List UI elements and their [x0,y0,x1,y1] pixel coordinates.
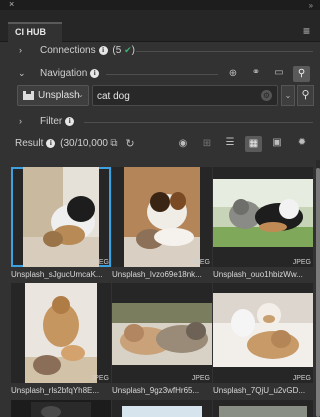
search-input[interactable] [97,89,247,103]
asset-image [112,303,212,365]
asset-grid: JPEG Unsplash_sJgucUmcaK... JPEG Unsplas… [8,160,314,417]
chevron-right-icon[interactable]: › [19,45,22,55]
list-view-icon[interactable]: ☰ [223,137,237,148]
settings-icon[interactable]: ✹ [295,137,309,148]
navigation-section: ⌄ Navigation i ⊕ ⚭ ▭ ⚲ [0,66,320,82]
clear-icon[interactable]: ⚙ [261,90,272,101]
source-select[interactable]: Unsplash ⌄ [17,85,89,106]
tab-title: CI HUB [15,27,46,37]
asset-thumbnail[interactable] [11,400,111,417]
search-query-field[interactable]: ⚙ [92,85,278,106]
navigation-label: Navigation [40,68,88,79]
info-icon[interactable]: i [46,139,56,148]
link-icon[interactable]: ⚭ [249,67,263,78]
result-toolbar: Result i (30/10,000 ⧉ ↻ ◉ ⊞ ☰ ▦ ▣ ✹ [0,136,320,152]
copy-icon[interactable]: ⧉ [108,138,120,149]
search-button[interactable]: ⚲ [297,85,314,106]
grid-scrollbar[interactable] [316,160,320,417]
eye-icon[interactable]: ◉ [176,138,190,149]
connections-count: (5 [112,45,122,56]
chevron-right-icon[interactable]: › [19,116,22,126]
connections-header[interactable]: Connections i (5 ✔) [40,45,135,56]
info-icon[interactable]: i [98,46,108,55]
asset-thumbnail[interactable]: JPEG [213,283,313,383]
navigation-header[interactable]: Navigation i [40,68,100,79]
file-type-badge: JPEG [292,259,311,266]
asset-image [31,402,91,417]
search-options-button[interactable]: ⌄ [281,85,295,106]
asset-filename: Unsplash_ouo1hbizWw... [213,270,303,279]
asset-image [23,167,99,267]
info-icon[interactable]: i [90,69,100,78]
asset-thumbnail[interactable] [213,400,313,417]
file-type-badge: JPEG [90,259,109,266]
panel-menu-icon[interactable]: ≡ [303,24,310,38]
asset-filename: Unsplash_rls2bfqYh8E... [11,386,100,395]
panel-tabbar: CI HUB ≡ [0,10,320,42]
details-view-icon[interactable]: ▣ [270,137,284,148]
asset-filename: Unsplash_Ivzo69e18nk... [112,270,202,279]
asset-filename: Unsplash_sJgucUmcaK... [11,270,103,279]
asset-thumbnail[interactable]: JPEG [112,283,212,383]
grid-view-icon[interactable]: ▦ [245,136,262,152]
result-label: Result [15,138,44,149]
asset-image [219,406,307,417]
unsplash-logo-icon [23,91,34,100]
file-type-badge: JPEG [191,375,210,382]
filter-label: Filter [40,116,63,127]
asset-image [124,167,200,267]
connections-section[interactable]: › Connections i (5 ✔) [0,44,320,58]
refresh-icon[interactable]: ↻ [124,137,136,150]
chevron-down-icon[interactable]: ⌄ [18,68,26,79]
section-divider [136,51,313,52]
asset-thumbnail[interactable]: JPEG [112,167,212,267]
asset-image [25,283,97,383]
filter-section: › Filter i [0,115,320,129]
tab-ci-hub[interactable]: CI HUB [8,22,62,42]
file-type-badge: JPEG [292,375,311,382]
asset-image [122,406,202,417]
search-bar: Unsplash ⌄ ⚙ ⌄ ⚲ [17,85,314,106]
info-icon[interactable]: i [65,117,75,126]
folder-icon[interactable]: ▭ [272,67,286,78]
connections-count-close: ) [131,45,135,56]
cart-icon[interactable]: ⊞ [200,138,214,149]
asset-thumbnail[interactable]: JPEG [213,167,313,267]
asset-thumbnail[interactable]: JPEG [11,167,111,267]
scrollbar-thumb[interactable] [316,168,320,417]
filter-header[interactable]: Filter i [40,116,75,127]
check-icon: ✔ [124,45,132,55]
collapse-icon[interactable]: ›› [309,1,313,10]
source-select-value: Unsplash [38,90,80,101]
search-icon[interactable]: ⚲ [293,66,310,82]
result-header: Result i (30/10,000 [15,138,108,149]
close-icon[interactable]: × [9,0,14,9]
asset-image [213,179,313,247]
section-divider [84,122,313,123]
result-count: (30/10,000 [60,138,108,149]
section-divider [106,74,218,75]
connections-label: Connections [40,45,96,56]
file-type-badge: JPEG [191,259,210,266]
file-type-badge: JPEG [90,375,109,382]
asset-filename: Unsplash_9gz3wfHr65... [112,386,200,395]
asset-filename: Unsplash_7QjU_u2vGD... [213,386,306,395]
zoom-in-icon[interactable]: ⊕ [226,68,240,79]
chevron-down-icon: ⌄ [77,90,84,99]
window-titlebar: × ›› [0,0,320,10]
asset-thumbnail[interactable] [112,400,212,417]
asset-thumbnail[interactable]: JPEG [11,283,111,383]
asset-image [213,293,313,367]
